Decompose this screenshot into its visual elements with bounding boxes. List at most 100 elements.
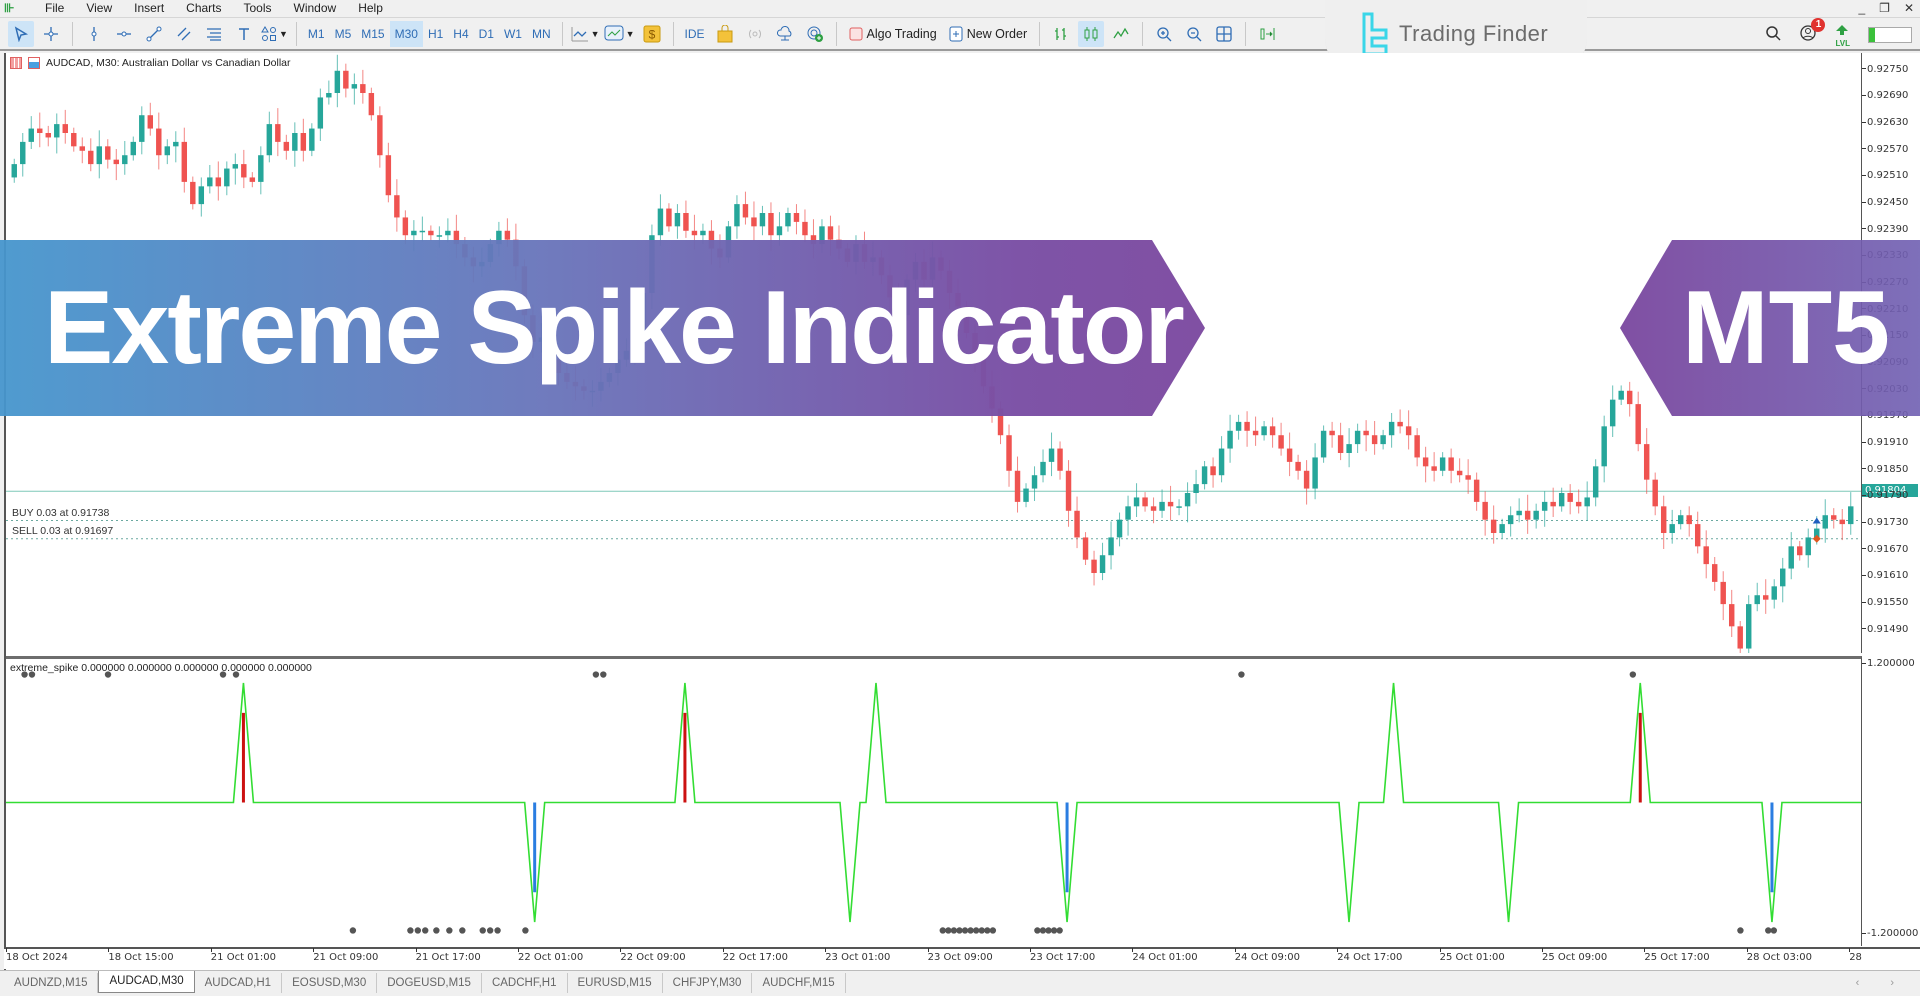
chart-tab[interactable]: AUDCHF,M15	[752, 973, 846, 993]
timeframe-m5[interactable]: M5	[330, 21, 357, 47]
candle-body	[343, 70, 349, 89]
candle-body	[1465, 475, 1471, 480]
candle-body	[28, 128, 34, 142]
candle-body	[1303, 470, 1310, 489]
search-button[interactable]	[1765, 25, 1782, 46]
indicator-axis[interactable]: 1.200000 -1.200000	[1862, 656, 1920, 946]
algo-trading-button[interactable]: Algo Trading	[845, 21, 941, 47]
crosshair-tool-button[interactable]	[38, 21, 64, 47]
line-chart-button[interactable]	[1108, 21, 1134, 47]
chart-tab[interactable]: CHFJPY,M30	[663, 973, 753, 993]
market-button[interactable]: $	[639, 21, 665, 47]
zoom-in-button[interactable]	[1151, 21, 1177, 47]
vps-button[interactable]	[772, 21, 798, 47]
shapes-button[interactable]: ▼	[261, 21, 288, 47]
ide-button[interactable]: IDE	[682, 21, 708, 47]
timeframe-mn[interactable]: MN	[527, 21, 556, 47]
vertical-line-button[interactable]	[81, 21, 107, 47]
bottom-signal-dot	[967, 927, 974, 934]
tile-windows-button[interactable]	[1211, 21, 1237, 47]
candle-body	[1167, 501, 1174, 507]
channel-button[interactable]	[171, 21, 197, 47]
menu-window[interactable]: Window	[283, 0, 348, 16]
signals-button[interactable]	[742, 21, 768, 47]
fingerprint-icon	[807, 26, 823, 42]
chart-tab[interactable]: AUDCAD,H1	[195, 973, 283, 993]
candle-body	[1057, 448, 1063, 471]
candle-body	[122, 155, 128, 165]
ide-label: IDE	[684, 26, 705, 41]
fibonacci-button[interactable]	[201, 21, 227, 47]
time-tick: 18 Oct 2024	[6, 948, 68, 963]
chart-tab[interactable]: AUDCAD,M30	[98, 971, 195, 993]
copy-trading-button[interactable]	[802, 21, 828, 47]
candle-body	[1091, 559, 1097, 573]
timeframe-m1[interactable]: M1	[303, 21, 330, 47]
candle-body	[700, 230, 706, 236]
vertical-line-icon	[91, 26, 97, 41]
menu-help[interactable]: Help	[347, 0, 394, 16]
bottom-signal-dot	[950, 927, 958, 934]
candle-body	[1227, 430, 1233, 449]
chart-properties-icon[interactable]	[28, 57, 40, 69]
timeframe-d1[interactable]: D1	[474, 21, 499, 47]
candle-body	[1499, 524, 1505, 533]
candle-body	[1737, 626, 1743, 649]
candle-body	[827, 226, 834, 240]
timeframe-m30[interactable]: M30	[389, 20, 423, 47]
candle-body	[436, 235, 443, 237]
candle-body	[147, 115, 154, 129]
menu-charts[interactable]: Charts	[175, 0, 232, 16]
text-tool-button[interactable]	[231, 21, 257, 47]
price-tick: 0.92750	[1862, 64, 1908, 75]
menu-tools[interactable]: Tools	[233, 0, 283, 16]
indicators-button[interactable]: ▼	[571, 21, 600, 47]
cursor-tool-button[interactable]	[8, 20, 34, 47]
chart-tab[interactable]: EURUSD,M15	[568, 973, 663, 993]
autoscroll-button[interactable]	[1254, 21, 1280, 47]
bottom-signal-dot	[494, 927, 501, 934]
menu-view[interactable]: View	[75, 0, 123, 16]
candle-body	[207, 177, 213, 187]
time-axis[interactable]: 18 Oct 2024 18 Oct 15:00 21 Oct 01:00 21 Oc…	[4, 947, 1914, 969]
chart-tab[interactable]: AUDNZD,M15	[4, 973, 99, 993]
zoom-out-button[interactable]	[1181, 21, 1207, 47]
timeframe-m15[interactable]: M15	[356, 21, 389, 47]
dollar-icon: $	[643, 25, 660, 42]
trendline-button[interactable]	[141, 21, 167, 47]
search-icon	[1766, 25, 1782, 41]
sell-order-label: SELL 0.03 at 0.91697	[12, 524, 114, 537]
tab-scroll-arrows[interactable]: ‹ ›	[1856, 977, 1908, 989]
new-order-button[interactable]: New Order	[945, 21, 1031, 47]
candle-body	[292, 133, 298, 151]
algo-trading-label: Algo Trading	[866, 26, 937, 41]
chart-menu-icon[interactable]	[10, 57, 22, 69]
bar-chart-button[interactable]	[1048, 21, 1074, 47]
templates-button[interactable]: ▼	[604, 21, 635, 47]
candle-body	[1320, 430, 1327, 458]
timeframe-w1[interactable]: W1	[499, 21, 527, 47]
menu-file[interactable]: File	[34, 0, 75, 16]
horizontal-line-button[interactable]	[111, 21, 137, 47]
indicator-pane[interactable]: extreme_spike 0.000000 0.000000 0.000000…	[6, 656, 1862, 946]
candlestick-chart-button[interactable]	[1078, 20, 1105, 47]
shopping-bag-button[interactable]	[712, 21, 738, 47]
candle-body	[1609, 399, 1616, 427]
restore-icon[interactable]: ❐	[1879, 0, 1890, 16]
candle-body	[241, 164, 247, 178]
candle-body	[1541, 501, 1548, 511]
menu-insert[interactable]: Insert	[123, 0, 175, 16]
candle-body	[1337, 435, 1344, 453]
timeframe-h1[interactable]: H1	[423, 21, 448, 47]
minimize-icon[interactable]: _	[1858, 0, 1865, 16]
timeframe-h4[interactable]: H4	[448, 21, 473, 47]
chart-tab[interactable]: EOSUSD,M30	[282, 973, 378, 993]
candle-body	[402, 217, 409, 236]
chart-tab[interactable]: DOGEUSD,M15	[377, 973, 482, 993]
account-button[interactable]: 1	[1799, 17, 1826, 47]
candle-body	[1473, 479, 1480, 502]
promo-title: Extreme Spike Indicator	[44, 269, 1185, 386]
price-tick: 0.91550	[1862, 597, 1908, 608]
close-icon[interactable]: ✕	[1904, 0, 1914, 16]
chart-tab[interactable]: CADCHF,H1	[482, 973, 568, 993]
